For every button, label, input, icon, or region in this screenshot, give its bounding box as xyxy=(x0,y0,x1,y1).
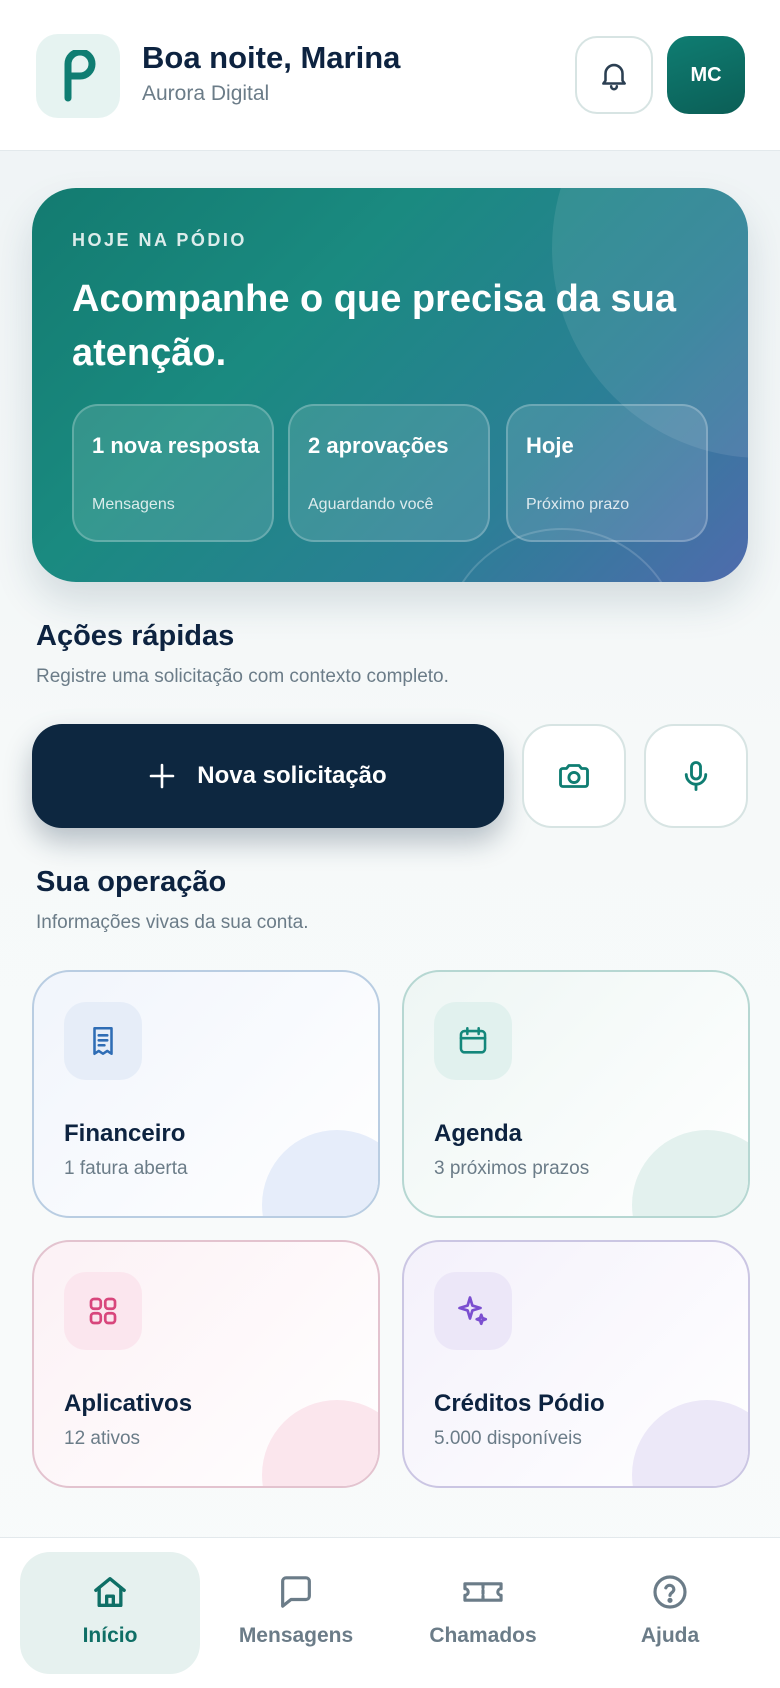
receipt-icon xyxy=(93,1026,113,1056)
today-hero-card: HOJE NA PÓDIO Acompanhe o que precisa da… xyxy=(32,188,748,582)
home-icon xyxy=(94,1577,126,1607)
nav-ajuda[interactable]: Ajuda xyxy=(580,1552,760,1674)
quick-actions-title: Ações rápidas xyxy=(36,620,235,652)
card-decoration xyxy=(262,1400,378,1486)
card-title: Financeiro xyxy=(64,1120,186,1147)
stat-subtitle: Aguardando você xyxy=(308,496,434,513)
operation-title: Sua operação xyxy=(36,866,227,898)
camera-button[interactable] xyxy=(522,724,626,828)
card-title: Agenda xyxy=(434,1120,523,1147)
hero-eyebrow: HOJE NA PÓDIO xyxy=(72,230,247,250)
card-decoration xyxy=(632,1400,748,1486)
stat-new-replies[interactable]: 1 nova resposta Mensagens xyxy=(72,404,274,542)
card-subtitle: 3 próximos prazos xyxy=(434,1158,590,1179)
microphone-icon xyxy=(684,761,708,791)
stat-title: 1 nova resposta xyxy=(92,433,260,458)
nav-inicio[interactable]: Início xyxy=(20,1552,200,1674)
notifications-button[interactable] xyxy=(575,36,653,114)
grid-icon xyxy=(89,1297,117,1325)
quick-actions-subtitle: Registre uma solicitação com contexto co… xyxy=(36,666,449,687)
bottom-navigation: Início Mensagens Chamados Ajuda xyxy=(0,1537,780,1688)
bell-icon xyxy=(602,63,626,91)
podio-logo-icon xyxy=(64,50,96,102)
card-creditos-podio[interactable]: Créditos Pódio 5.000 disponíveis xyxy=(402,1240,750,1488)
calendar-icon xyxy=(459,1026,487,1054)
plus-icon xyxy=(149,763,175,789)
card-icon-box xyxy=(434,1272,512,1350)
new-request-label: Nova solicitação xyxy=(197,762,387,789)
chat-icon xyxy=(281,1576,311,1608)
card-icon-box xyxy=(434,1002,512,1080)
card-aplicativos[interactable]: Aplicativos 12 ativos xyxy=(32,1240,380,1488)
card-financeiro[interactable]: Financeiro 1 fatura aberta xyxy=(32,970,380,1218)
help-icon xyxy=(653,1575,687,1609)
app-header: Boa noite, Marina Aurora Digital MC xyxy=(0,0,780,151)
user-avatar[interactable]: MC xyxy=(667,36,745,114)
card-title: Créditos Pódio xyxy=(434,1390,605,1417)
stat-subtitle: Mensagens xyxy=(92,496,175,513)
stat-approvals[interactable]: 2 aprovações Aguardando você xyxy=(288,404,490,542)
new-request-button[interactable]: Nova solicitação xyxy=(32,724,504,828)
ticket-icon xyxy=(463,1582,503,1602)
card-agenda[interactable]: Agenda 3 próximos prazos xyxy=(402,970,750,1218)
hero-title: Acompanhe o que precisa da sua atenção. xyxy=(72,278,676,374)
card-icon-box xyxy=(64,1002,142,1080)
company-name: Aurora Digital xyxy=(142,82,270,105)
card-decoration xyxy=(262,1130,378,1216)
app-logo[interactable] xyxy=(36,34,120,118)
nav-chamados[interactable]: Chamados xyxy=(393,1552,573,1674)
greeting-title: Boa noite, Marina xyxy=(142,40,401,75)
operation-subtitle: Informações vivas da sua conta. xyxy=(36,912,309,933)
card-subtitle: 12 ativos xyxy=(64,1428,141,1449)
microphone-button[interactable] xyxy=(644,724,748,828)
card-subtitle: 5.000 disponíveis xyxy=(434,1428,582,1449)
nav-label: Início xyxy=(82,1624,138,1647)
nav-label: Ajuda xyxy=(640,1624,700,1647)
card-title: Aplicativos xyxy=(64,1390,193,1417)
stat-title: Hoje xyxy=(526,433,574,458)
nav-label: Mensagens xyxy=(238,1624,354,1647)
card-icon-box xyxy=(64,1272,142,1350)
camera-icon xyxy=(559,764,589,788)
card-decoration xyxy=(632,1130,748,1216)
sparkle-icon xyxy=(458,1296,488,1326)
stat-title: 2 aprovações xyxy=(308,433,449,458)
nav-label: Chamados xyxy=(429,1624,537,1647)
card-subtitle: 1 fatura aberta xyxy=(64,1158,188,1179)
stat-next-deadline[interactable]: Hoje Próximo prazo xyxy=(506,404,708,542)
nav-mensagens[interactable]: Mensagens xyxy=(206,1552,386,1674)
stat-subtitle: Próximo prazo xyxy=(526,496,630,513)
